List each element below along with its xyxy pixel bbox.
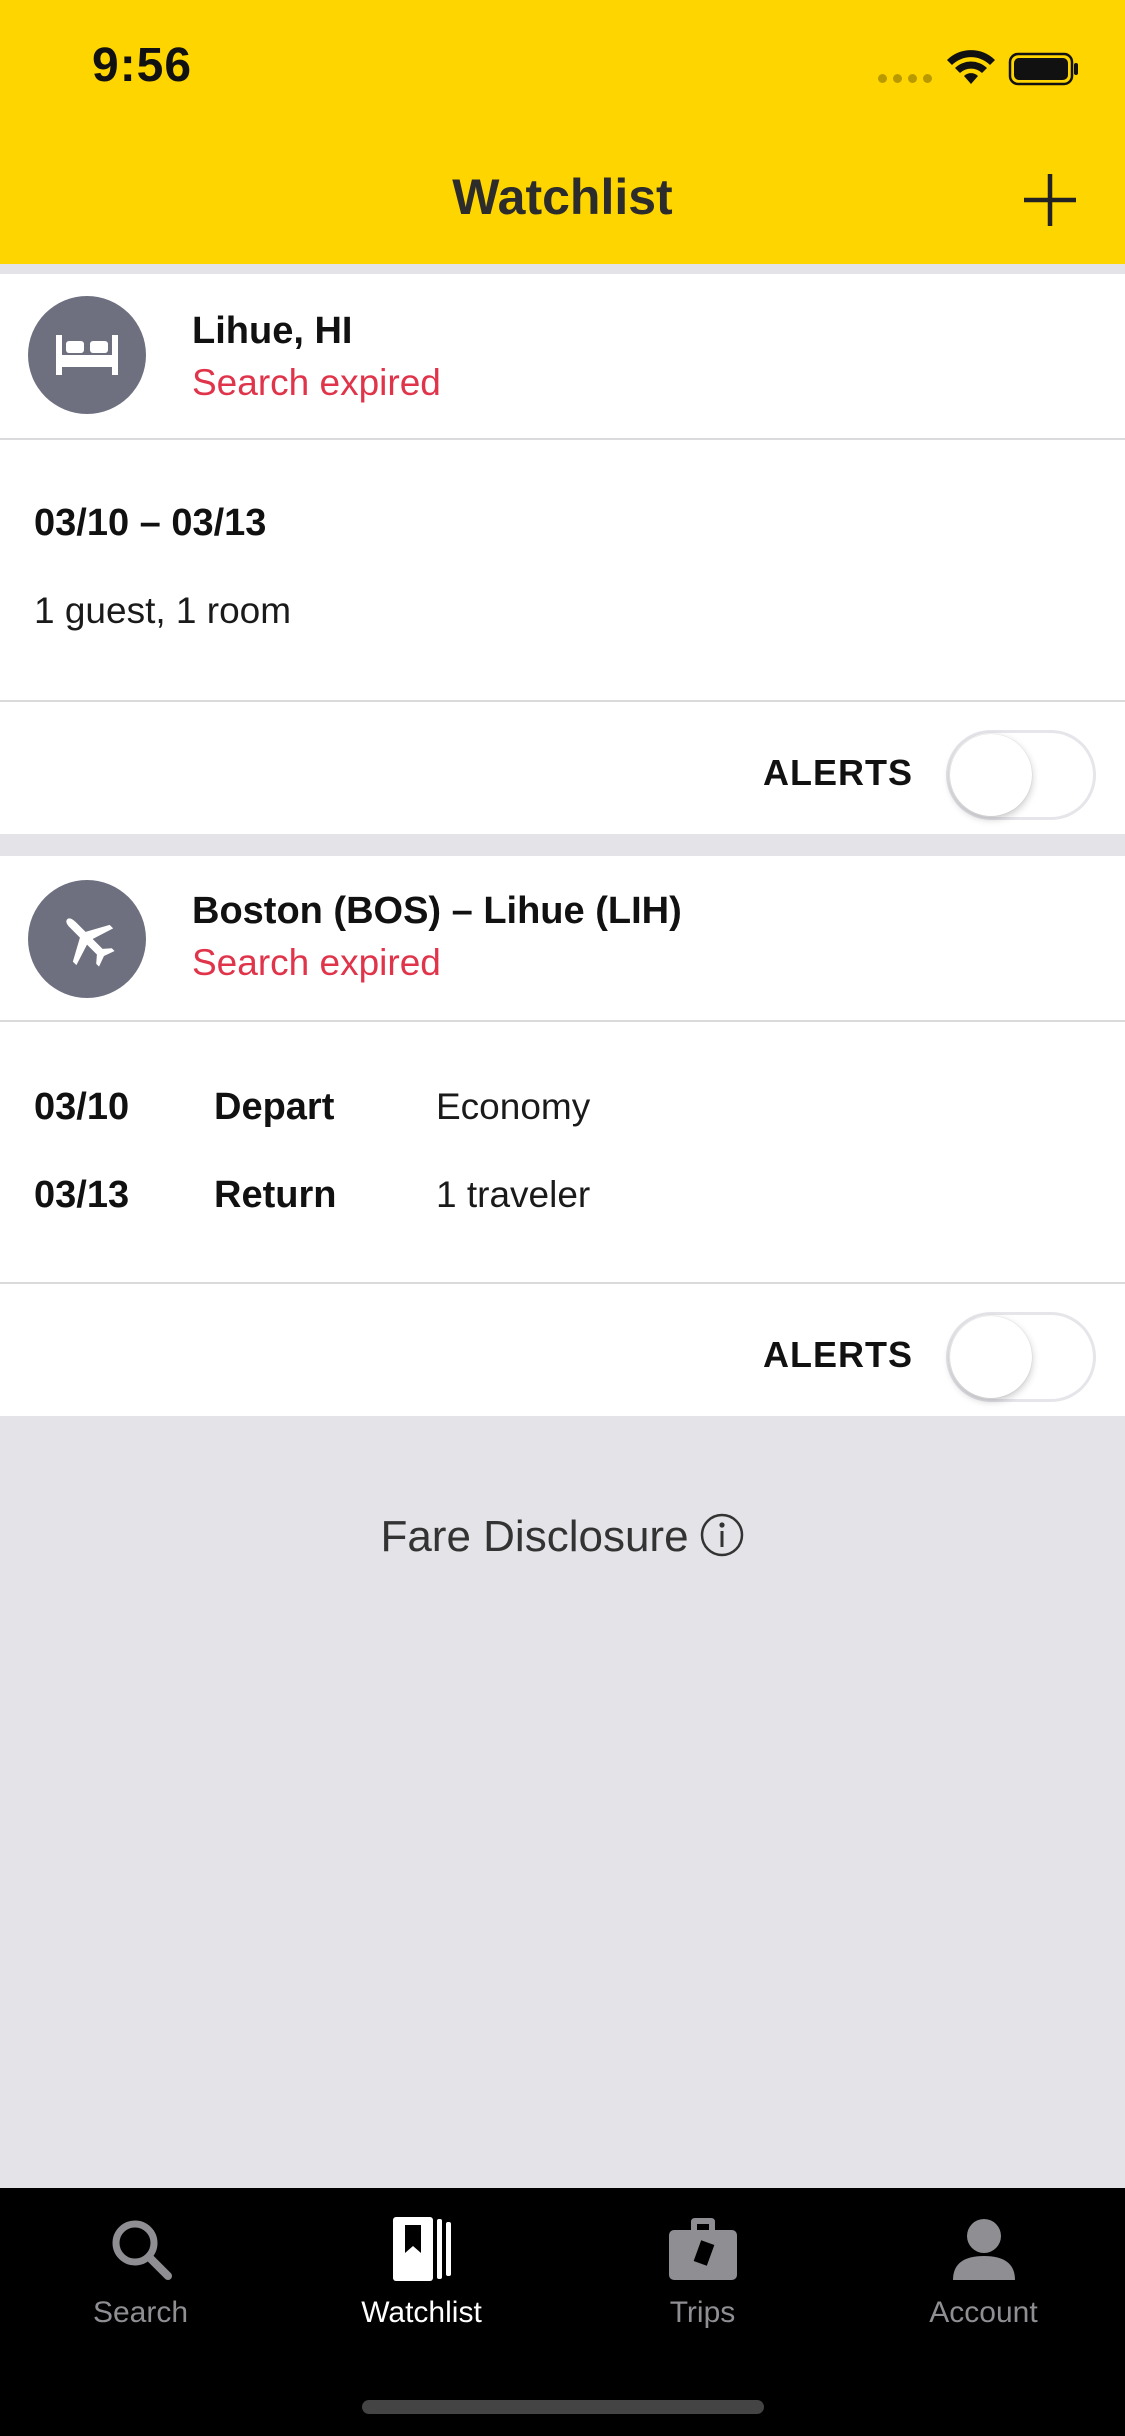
divider [0,700,1125,702]
tab-label: Search [92,2296,189,2329]
flight-title: Boston (BOS) – Lihue (LIH) [192,890,682,932]
flight-watch-header[interactable]: Boston (BOS) – Lihue (LIH) Search expire… [0,856,1125,1020]
tab-bar: Search Watchlist Trips Account [0,2188,1125,2436]
header-bar: 9:56 Watchlist [0,0,1125,264]
tab-label: Account [929,2296,1038,2329]
flight-alerts-toggle[interactable] [946,1312,1096,1402]
flight-watch-card: Boston (BOS) – Lihue (LIH) Search expire… [0,856,1125,1416]
flight-status: Search expired [192,942,441,983]
person-icon [952,2219,1015,2280]
divider [0,1020,1125,1022]
page-title: Watchlist [452,169,673,225]
hotel-watch-card: Lihue, HI Search expired 03/10 – 03/13 1… [0,274,1125,834]
tab-trips[interactable]: Trips [562,2188,843,2358]
traveler-count: 1 traveler [436,1174,591,1215]
fare-disclosure-link[interactable]: Fare Disclosure [0,1512,1125,1562]
plus-icon [1024,174,1076,226]
toggle-knob [950,1316,1032,1398]
battery-icon [1008,52,1078,86]
hotel-guests: 1 guest, 1 room [34,590,292,631]
hotel-avatar [28,296,146,414]
hotel-title: Lihue, HI [192,310,353,352]
hotel-dates: 03/10 – 03/13 [34,502,267,544]
tab-label: Trips [669,2296,736,2329]
cabin-class: Economy [436,1086,591,1127]
wifi-icon [947,50,995,84]
depart-date: 03/10 [34,1086,130,1128]
add-watch-button[interactable] [1020,170,1080,230]
info-icon [700,1514,743,1557]
search-icon [112,2220,172,2280]
bed-icon [56,335,118,375]
divider [0,438,1125,440]
tab-label: Watchlist [361,2296,482,2329]
home-indicator [362,2400,764,2414]
hotel-alerts-label: ALERTS [763,752,913,793]
watchlist-icon [392,2217,451,2281]
return-label: Return [214,1174,337,1216]
briefcase-icon [668,2218,737,2280]
tab-watchlist[interactable]: Watchlist [281,2188,562,2358]
tab-search[interactable]: Search [0,2188,281,2358]
tab-account[interactable]: Account [843,2188,1124,2358]
cellular-signal-icon [878,74,934,84]
hotel-alerts-toggle[interactable] [946,730,1096,820]
hotel-status: Search expired [192,362,441,403]
divider [0,1282,1125,1284]
fare-disclosure-label: Fare Disclosure [380,1512,689,1561]
airplane-icon [66,918,115,967]
return-date: 03/13 [34,1174,130,1216]
toggle-knob [950,734,1032,816]
hotel-watch-header[interactable]: Lihue, HI Search expired [0,274,1125,438]
flight-alerts-label: ALERTS [763,1334,913,1375]
status-time: 9:56 [92,39,193,92]
depart-label: Depart [214,1086,335,1128]
flight-avatar [28,880,146,998]
